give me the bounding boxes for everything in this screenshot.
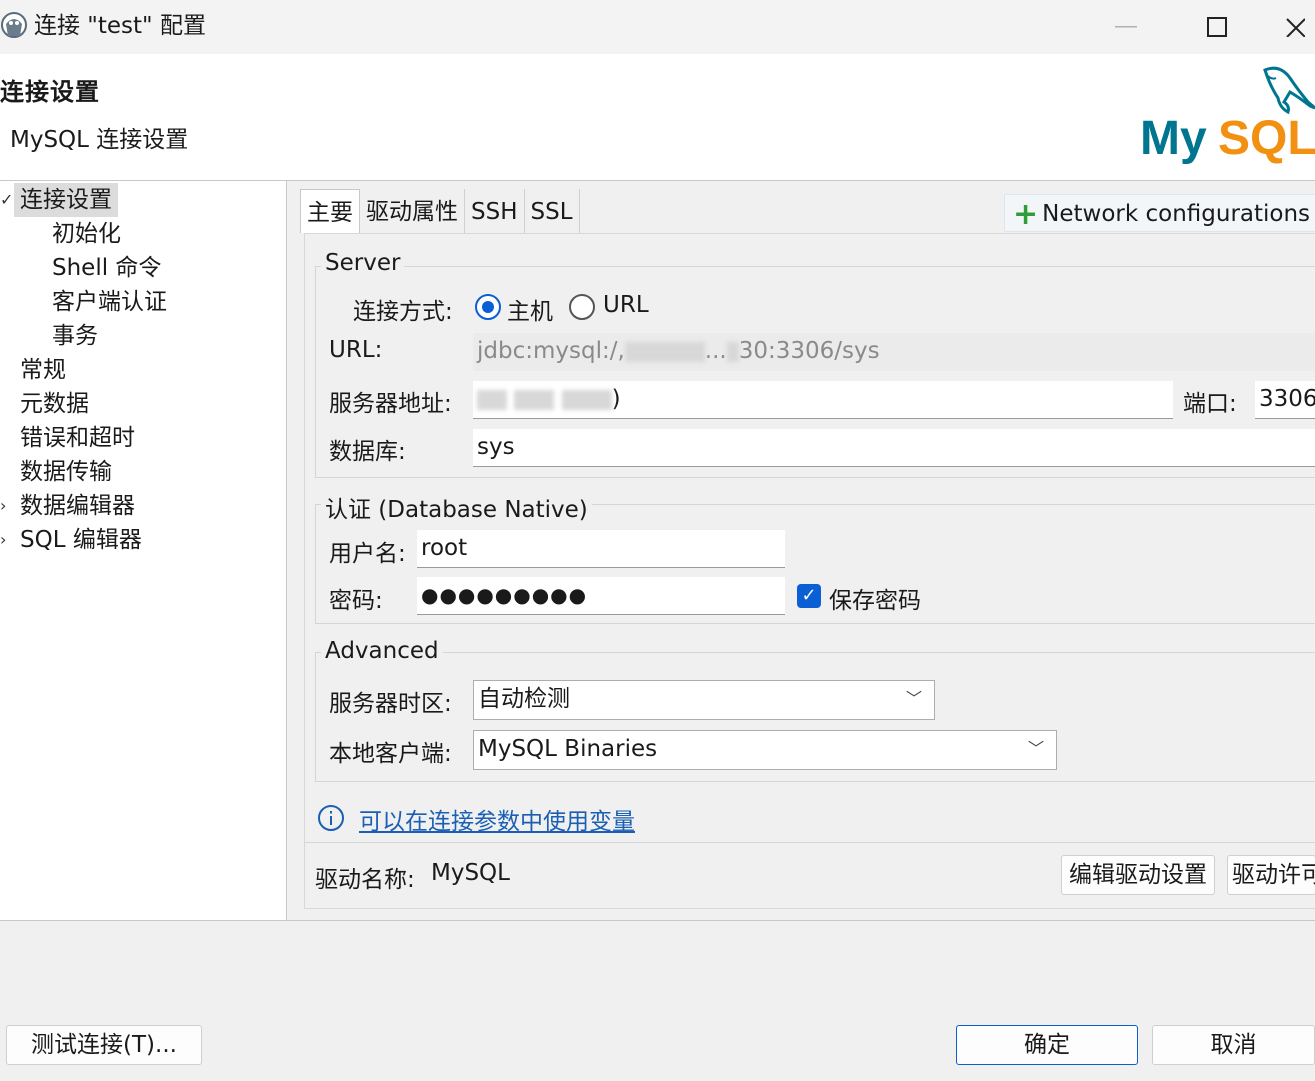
tab-main-panel: Server 连接方式: 主机 URL URL: jdbc:mysql:/,..…: [304, 233, 1315, 909]
tree-item-client-auth[interactable]: 客户端认证: [52, 285, 167, 319]
network-configurations-button[interactable]: + Network configurations: [1004, 194, 1315, 232]
tree-item-data-transfer[interactable]: 数据传输: [20, 455, 112, 489]
plus-icon: +: [1013, 197, 1039, 232]
cancel-button[interactable]: 取消: [1152, 1025, 1315, 1065]
tree-item-transactions[interactable]: 事务: [52, 319, 98, 353]
database-input[interactable]: sys: [473, 429, 1315, 467]
dbeaver-icon: [0, 10, 28, 40]
page-title: 连接设置: [0, 78, 100, 106]
network-configurations-label: Network configurations: [1042, 201, 1311, 227]
tree-item-general[interactable]: 常规: [20, 353, 66, 387]
auth-group-label: 认证 (Database Native): [321, 490, 592, 524]
ok-button[interactable]: 确定: [956, 1025, 1138, 1065]
chevron-down-icon: ﹀: [1027, 739, 1044, 758]
chevron-right-icon[interactable]: ›: [0, 523, 6, 557]
connect-by-label: 连接方式:: [353, 299, 453, 325]
radio-url[interactable]: [569, 294, 595, 320]
chevron-down-icon: ﹀: [905, 689, 922, 708]
maximize-button[interactable]: [1187, 0, 1247, 54]
separator: [305, 842, 1315, 843]
port-label: 端口:: [1183, 391, 1237, 417]
tree-item-data-editor[interactable]: 数据编辑器: [20, 489, 135, 523]
password-input[interactable]: ●●●●●●●●●: [417, 577, 785, 615]
timezone-label: 服务器时区:: [329, 691, 452, 717]
tab-strip: 主要 驱动属性 SSH SSL: [300, 189, 580, 233]
local-client-select[interactable]: MySQL Binaries ﹀: [473, 730, 1057, 770]
mysql-logo-sql: SQL: [1218, 112, 1315, 165]
tree-item-shell[interactable]: Shell 命令: [52, 251, 161, 285]
save-password-checkbox[interactable]: ✓: [797, 584, 821, 608]
radio-host[interactable]: [475, 294, 501, 320]
tab-main[interactable]: 主要: [300, 189, 360, 233]
tab-ssl[interactable]: SSL: [524, 189, 580, 233]
tab-driver-properties[interactable]: 驱动属性: [360, 189, 465, 233]
tree-item-connection-settings[interactable]: 连接设置: [14, 183, 118, 217]
radio-host-label: 主机: [507, 299, 553, 325]
title-bar: 连接 "test" 配置: [0, 0, 1315, 54]
database-label: 数据库:: [329, 439, 406, 465]
timezone-value: 自动检测: [478, 686, 570, 712]
port-input[interactable]: 3306: [1255, 381, 1315, 419]
radio-url-label: URL: [603, 292, 649, 318]
page-subtitle: MySQL 连接设置: [10, 127, 189, 153]
driver-name-label: 驱动名称:: [315, 867, 415, 893]
username-label: 用户名:: [329, 541, 406, 567]
password-label: 密码:: [329, 588, 383, 614]
variables-help-link[interactable]: 可以在连接参数中使用变量: [359, 802, 635, 836]
settings-content: 主要 驱动属性 SSH SSL + Network configurations …: [290, 181, 1315, 920]
mysql-logo: My SQL: [1140, 62, 1315, 172]
settings-tree: ✓ 连接设置 初始化 Shell 命令 客户端认证 事务 常规 元数据 错误和超…: [0, 181, 287, 920]
save-password-label: 保存密码: [829, 588, 921, 614]
edit-driver-settings-button[interactable]: 编辑驱动设置: [1061, 855, 1215, 895]
timezone-select[interactable]: 自动检测 ﹀: [473, 680, 935, 720]
host-input[interactable]: ): [473, 381, 1173, 419]
close-button[interactable]: [1285, 0, 1315, 54]
minimize-button[interactable]: [1096, 0, 1156, 54]
chevron-right-icon[interactable]: ›: [0, 489, 6, 523]
advanced-group-label: Advanced: [321, 638, 443, 664]
footer-separator: [0, 920, 1315, 921]
driver-name-value: MySQL: [431, 860, 510, 886]
info-icon: [317, 804, 345, 832]
url-label: URL:: [329, 337, 383, 363]
mysql-logo-my: My: [1140, 112, 1207, 165]
tab-ssh[interactable]: SSH: [465, 189, 525, 233]
username-input[interactable]: root: [417, 530, 785, 568]
host-label: 服务器地址:: [329, 391, 452, 417]
dialog-header: 连接设置 MySQL 连接设置 My SQL: [0, 54, 1315, 181]
tree-item-init[interactable]: 初始化: [52, 217, 121, 251]
tree-item-sql-editor[interactable]: SQL 编辑器: [20, 523, 142, 557]
test-connection-button[interactable]: 测试连接(T)...: [6, 1025, 202, 1065]
tree-item-metadata[interactable]: 元数据: [20, 387, 89, 421]
driver-license-button[interactable]: 驱动许可: [1227, 855, 1315, 895]
local-client-value: MySQL Binaries: [478, 736, 658, 762]
local-client-label: 本地客户端:: [329, 741, 452, 767]
server-group-label: Server: [321, 250, 405, 276]
tree-item-errors-timeouts[interactable]: 错误和超时: [20, 421, 135, 455]
url-field[interactable]: jdbc:mysql:/,... 30:3306/sys: [473, 333, 1315, 371]
window-title: 连接 "test" 配置: [34, 13, 206, 39]
checkmark-icon: ✓: [0, 190, 14, 209]
